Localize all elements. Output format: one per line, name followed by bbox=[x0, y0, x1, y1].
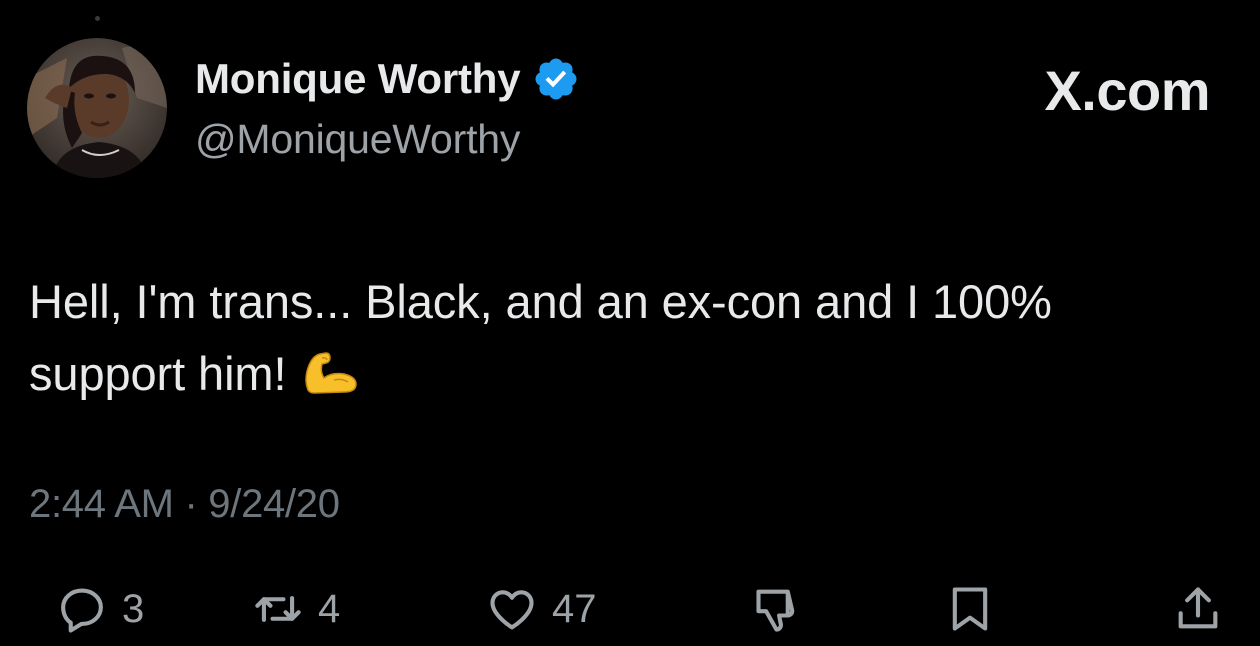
dislike-button[interactable] bbox=[752, 578, 804, 640]
reply-button[interactable]: 3 bbox=[56, 578, 144, 640]
bookmark-button[interactable] bbox=[944, 578, 996, 640]
like-count: 47 bbox=[552, 586, 597, 631]
reply-icon bbox=[61, 588, 103, 633]
action-bar: 3 4 47 bbox=[0, 578, 1260, 640]
brand-logo: X.com bbox=[1044, 59, 1210, 122]
repost-count: 4 bbox=[318, 586, 341, 631]
share-button[interactable] bbox=[1172, 578, 1224, 640]
tweet-line-2: support him! bbox=[29, 338, 1229, 410]
like-button[interactable]: 47 bbox=[486, 578, 597, 640]
author-display-name[interactable]: Monique Worthy bbox=[195, 55, 521, 103]
avatar[interactable] bbox=[27, 38, 167, 178]
tweet-text: Hell, I'm trans... Black, and an ex-con … bbox=[29, 266, 1229, 410]
repost-icon bbox=[255, 596, 301, 622]
author-handle[interactable]: @MoniqueWorthy bbox=[195, 116, 520, 163]
tweet-timestamp[interactable]: 2:44 AM · 9/24/20 bbox=[29, 482, 340, 527]
tweet-line-1: Hell, I'm trans... Black, and an ex-con … bbox=[29, 275, 1052, 328]
verified-badge-icon bbox=[535, 58, 577, 100]
flexed-biceps-icon bbox=[305, 352, 358, 394]
author-name-row[interactable]: Monique Worthy bbox=[195, 54, 580, 104]
like-icon bbox=[490, 590, 534, 630]
bookmark-icon bbox=[952, 587, 988, 631]
status-dot bbox=[95, 16, 100, 21]
dislike-icon bbox=[756, 589, 795, 632]
tweet-line-2-text: support him! bbox=[29, 347, 287, 400]
share-icon bbox=[1178, 587, 1218, 629]
reply-count: 3 bbox=[122, 586, 145, 631]
repost-button[interactable]: 4 bbox=[252, 578, 340, 640]
